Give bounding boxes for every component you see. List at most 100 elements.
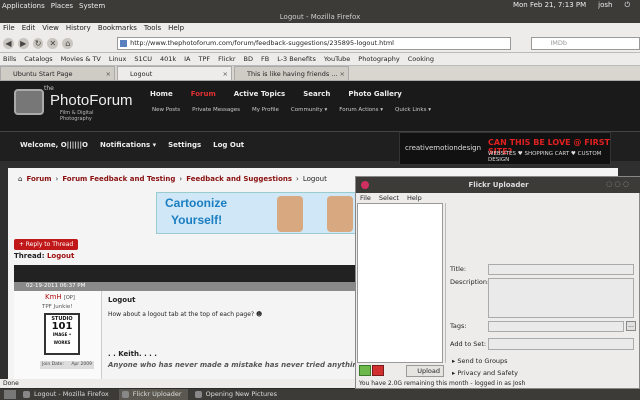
upload-button[interactable]: Upload — [406, 365, 444, 377]
user-menu[interactable]: josh — [598, 1, 612, 10]
menu-help[interactable]: Help — [168, 23, 184, 34]
tab-friends[interactable]: This is like having friends ... × — [234, 66, 349, 80]
bookmark-item[interactable]: Photography — [358, 53, 399, 65]
subnav-new-posts[interactable]: New Posts — [152, 107, 180, 113]
ad-banner[interactable]: creativemotiondesign CAN THIS BE LOVE @ … — [399, 132, 611, 165]
menu-file[interactable]: File — [3, 23, 15, 34]
menu-edit[interactable]: Edit — [22, 23, 36, 34]
description-field[interactable] — [488, 278, 634, 318]
bookmark-item[interactable]: S1CU — [134, 53, 152, 65]
welcome-text[interactable]: Welcome, O||||||O — [20, 141, 88, 149]
tab-bar: Ubuntu Start Page × Logout × This is like … — [0, 66, 640, 81]
places-menu[interactable]: Places — [51, 2, 73, 10]
logout-link[interactable]: Log Out — [213, 141, 244, 149]
bookmark-item[interactable]: L-3 Benefits — [277, 53, 316, 65]
taskbar-opening-pictures[interactable]: Opening New Pictures — [192, 389, 283, 400]
nav-home[interactable]: Home — [150, 90, 173, 98]
close-icon[interactable]: × — [340, 67, 345, 81]
bookmark-item[interactable]: TPF — [199, 53, 211, 65]
show-desktop-icon[interactable] — [4, 390, 16, 399]
search-input[interactable]: IMDb — [531, 36, 640, 50]
minimize-icon[interactable]: ◌ ◌ ◌ — [606, 180, 629, 188]
reload-icon[interactable]: ↻ — [32, 37, 44, 49]
cartoonize-banner[interactable]: Cartoonize Yourself! — [156, 192, 366, 234]
home-icon[interactable]: ⌂ — [18, 175, 22, 183]
nav-search[interactable]: Search — [303, 90, 330, 98]
notifications-menu[interactable]: Notifications ▾ — [100, 141, 156, 149]
power-icon[interactable]: ⏻ — [624, 1, 630, 10]
close-icon[interactable]: × — [223, 67, 228, 81]
post-title: Logout — [108, 296, 136, 304]
breadcrumb-forum[interactable]: Forum — [26, 175, 51, 183]
bookmark-item[interactable]: Bills — [3, 53, 16, 65]
bookmark-item[interactable]: Flickr — [218, 53, 235, 65]
post-username[interactable]: KmH [OP] — [45, 293, 75, 301]
bookmark-item[interactable]: IA — [184, 53, 190, 65]
subnav-quick-links[interactable]: Quick Links ▾ — [395, 107, 431, 113]
flickr-menu-file[interactable]: File — [360, 193, 371, 203]
tab-logout[interactable]: Logout × — [117, 66, 232, 80]
breadcrumb-feedback-testing[interactable]: Forum Feedback and Testing — [62, 175, 175, 183]
bookmark-item[interactable]: FB — [261, 53, 269, 65]
nav-photo-gallery[interactable]: Photo Gallery — [348, 90, 402, 98]
post-userinfo: KmH [OP] TPF Junkie! STUDIO 101 IMAGE • … — [14, 291, 102, 379]
back-icon[interactable]: ◀ — [3, 37, 14, 49]
signature-name: . . Keith. . . . — [108, 350, 157, 358]
firefox-menubar: File Edit View History Bookmarks Tools H… — [0, 23, 640, 34]
nav-active-topics[interactable]: Active Topics — [234, 90, 285, 98]
window-title: Logout - Mozilla Firefox — [0, 11, 640, 23]
bookmark-item[interactable]: 401k — [160, 53, 176, 65]
settings-link[interactable]: Settings — [168, 141, 201, 149]
add-to-set-select[interactable] — [488, 338, 634, 350]
bookmark-item[interactable]: Linux — [109, 53, 127, 65]
taskbar-firefox[interactable]: Logout - Mozilla Firefox — [20, 389, 115, 400]
url-bar[interactable]: http://www.thephotoforum.com/forum/feedb… — [117, 36, 512, 50]
flickr-menubar: File Select Help — [356, 193, 640, 203]
subnav-my-profile[interactable]: My Profile — [252, 107, 279, 113]
taskbar-flickr-uploader[interactable]: Flickr Uploader — [118, 389, 188, 400]
nav-forum[interactable]: Forum — [191, 90, 216, 98]
subnav-community[interactable]: Community ▾ — [291, 107, 327, 113]
tags-browse-button[interactable]: ... — [626, 321, 636, 331]
bookmark-item[interactable]: Catalogs — [24, 53, 52, 65]
signature-quote: Anyone who has never made a mistake has … — [108, 361, 363, 369]
avatar[interactable]: STUDIO 101 IMAGE • WORKS — [44, 313, 80, 355]
menu-tools[interactable]: Tools — [144, 23, 161, 34]
close-icon[interactable]: × — [106, 67, 111, 81]
title-field[interactable] — [488, 264, 634, 275]
menu-view[interactable]: View — [42, 23, 59, 34]
forum-logo[interactable]: the PhotoForum Film & Digital Photograph… — [14, 85, 133, 122]
subnav-private-messages[interactable]: Private Messages — [192, 107, 240, 113]
breadcrumb: ⌂ Forum › Forum Feedback and Testing › Fee… — [18, 175, 327, 183]
bookmark-item[interactable]: BD — [244, 53, 253, 65]
system-menu[interactable]: System — [79, 2, 105, 10]
bookmark-item[interactable]: YouTube — [324, 53, 350, 65]
bookmark-item[interactable]: Cooking — [408, 53, 434, 65]
stop-icon[interactable]: ✕ — [47, 37, 59, 49]
forward-icon[interactable]: ▶ — [17, 37, 29, 49]
menu-history[interactable]: History — [66, 23, 91, 34]
photo-list[interactable] — [357, 203, 443, 363]
tags-field[interactable] — [488, 321, 624, 332]
flickr-title-bar[interactable]: Flickr Uploader — [356, 177, 640, 193]
smiley-icon: ☻ — [256, 311, 263, 318]
privacy-expander[interactable]: ▸ Privacy and Safety — [452, 369, 518, 377]
subnav-forum-actions[interactable]: Forum Actions ▾ — [339, 107, 383, 113]
applications-menu[interactable]: Applications — [2, 2, 45, 10]
firefox-status: Done — [0, 379, 355, 388]
bookmark-item[interactable]: Movies & TV — [61, 53, 101, 65]
send-to-groups-expander[interactable]: ▸ Send to Groups — [452, 357, 508, 365]
clock[interactable]: Mon Feb 21, 7:13 PM — [513, 1, 586, 10]
ad-sub: WEBSITES ♥ SHOPPING CART ♥ CUSTOM DESIGN — [488, 151, 602, 163]
home-icon[interactable]: ⌂ — [62, 37, 74, 49]
title-label: Title: — [450, 265, 467, 273]
flickr-menu-help[interactable]: Help — [407, 193, 422, 203]
flickr-menu-select[interactable]: Select — [379, 193, 399, 203]
remove-photo-button[interactable] — [372, 365, 384, 376]
menu-bookmarks[interactable]: Bookmarks — [98, 23, 137, 34]
breadcrumb-feedback-suggestions[interactable]: Feedback and Suggestions — [186, 175, 292, 183]
tab-ubuntu-start[interactable]: Ubuntu Start Page × — [0, 66, 115, 80]
reply-to-thread-button[interactable]: + Reply to Thread — [14, 239, 78, 250]
add-photo-button[interactable] — [359, 365, 371, 376]
pane-splitter[interactable] — [445, 203, 446, 363]
